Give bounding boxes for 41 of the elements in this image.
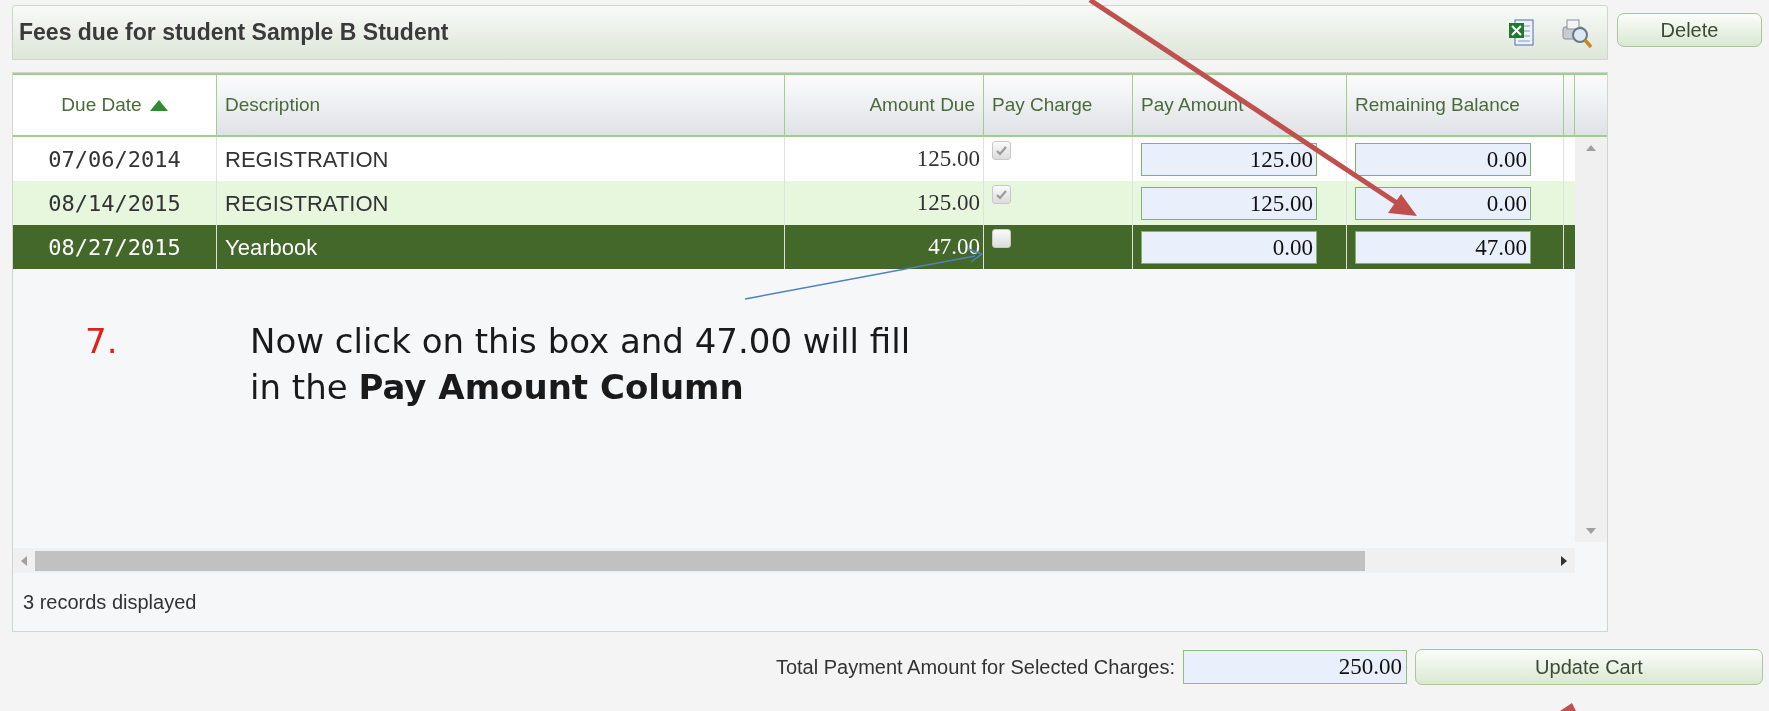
column-header[interactable]: Pay Amount (1133, 75, 1347, 135)
scroll-down-icon[interactable] (1586, 528, 1596, 534)
table-cell: 08/27/2015 (13, 225, 217, 269)
update-cart-button[interactable]: Update Cart (1415, 649, 1763, 685)
column-header[interactable]: Remaining Balance (1347, 75, 1564, 135)
column-header[interactable]: Description (217, 75, 785, 135)
delete-button[interactable]: Delete (1617, 13, 1762, 47)
step-number: 7. (85, 320, 119, 363)
horizontal-scrollbar[interactable] (13, 548, 1575, 573)
scroll-up-icon[interactable] (1586, 145, 1596, 151)
scroll-left-icon[interactable] (21, 555, 27, 566)
column-header[interactable]: Amount Due (785, 75, 984, 135)
panel-title: Fees due for student Sample B Student (19, 18, 450, 48)
table-cell: Yearbook (217, 225, 785, 269)
instruction-text: Now click on this box and 47.00 will fill in the Pay Amount Column (250, 320, 912, 409)
checkbox[interactable] (992, 229, 1011, 248)
input-field[interactable]: 125.00 (1141, 186, 1317, 220)
scrollbar-thumb[interactable] (35, 550, 1365, 571)
column-header[interactable]: Due Date (13, 75, 217, 135)
check-icon (995, 144, 1008, 157)
print-preview-icon[interactable] (1559, 16, 1593, 49)
checkbox[interactable] (992, 141, 1011, 160)
check-icon (995, 188, 1008, 201)
arrow-tip (1560, 703, 1576, 711)
column-header[interactable]: Pay Charge (984, 75, 1133, 135)
input-field[interactable]: 0.00 (1355, 186, 1531, 220)
total-field: 250.00 (1183, 650, 1407, 684)
input-field[interactable]: 0.00 (1141, 230, 1317, 264)
table-row[interactable]: 07/06/2014 REGISTRATION 125.00 125.00 0.00 (13, 137, 1575, 181)
checkbox[interactable] (992, 185, 1011, 204)
input-field[interactable]: 0.00 (1355, 142, 1531, 176)
table-cell: 47.00 (785, 225, 984, 269)
table-row[interactable]: 08/27/2015 Yearbook 47.00 0.00 47.00 (13, 225, 1575, 269)
total-label: Total Payment Amount for Selected Charges: (775, 655, 1175, 680)
scroll-right-icon[interactable] (1561, 555, 1567, 566)
spreadsheet-icon[interactable] (1507, 17, 1537, 48)
input-field[interactable]: 125.00 (1141, 142, 1317, 176)
vertical-scrollbar[interactable] (1575, 137, 1607, 542)
input-field[interactable]: 47.00 (1355, 230, 1531, 264)
table-row[interactable]: 08/14/2015 REGISTRATION 125.00 125.00 0.00 (13, 181, 1575, 225)
records-count: 3 records displayed (23, 590, 197, 615)
